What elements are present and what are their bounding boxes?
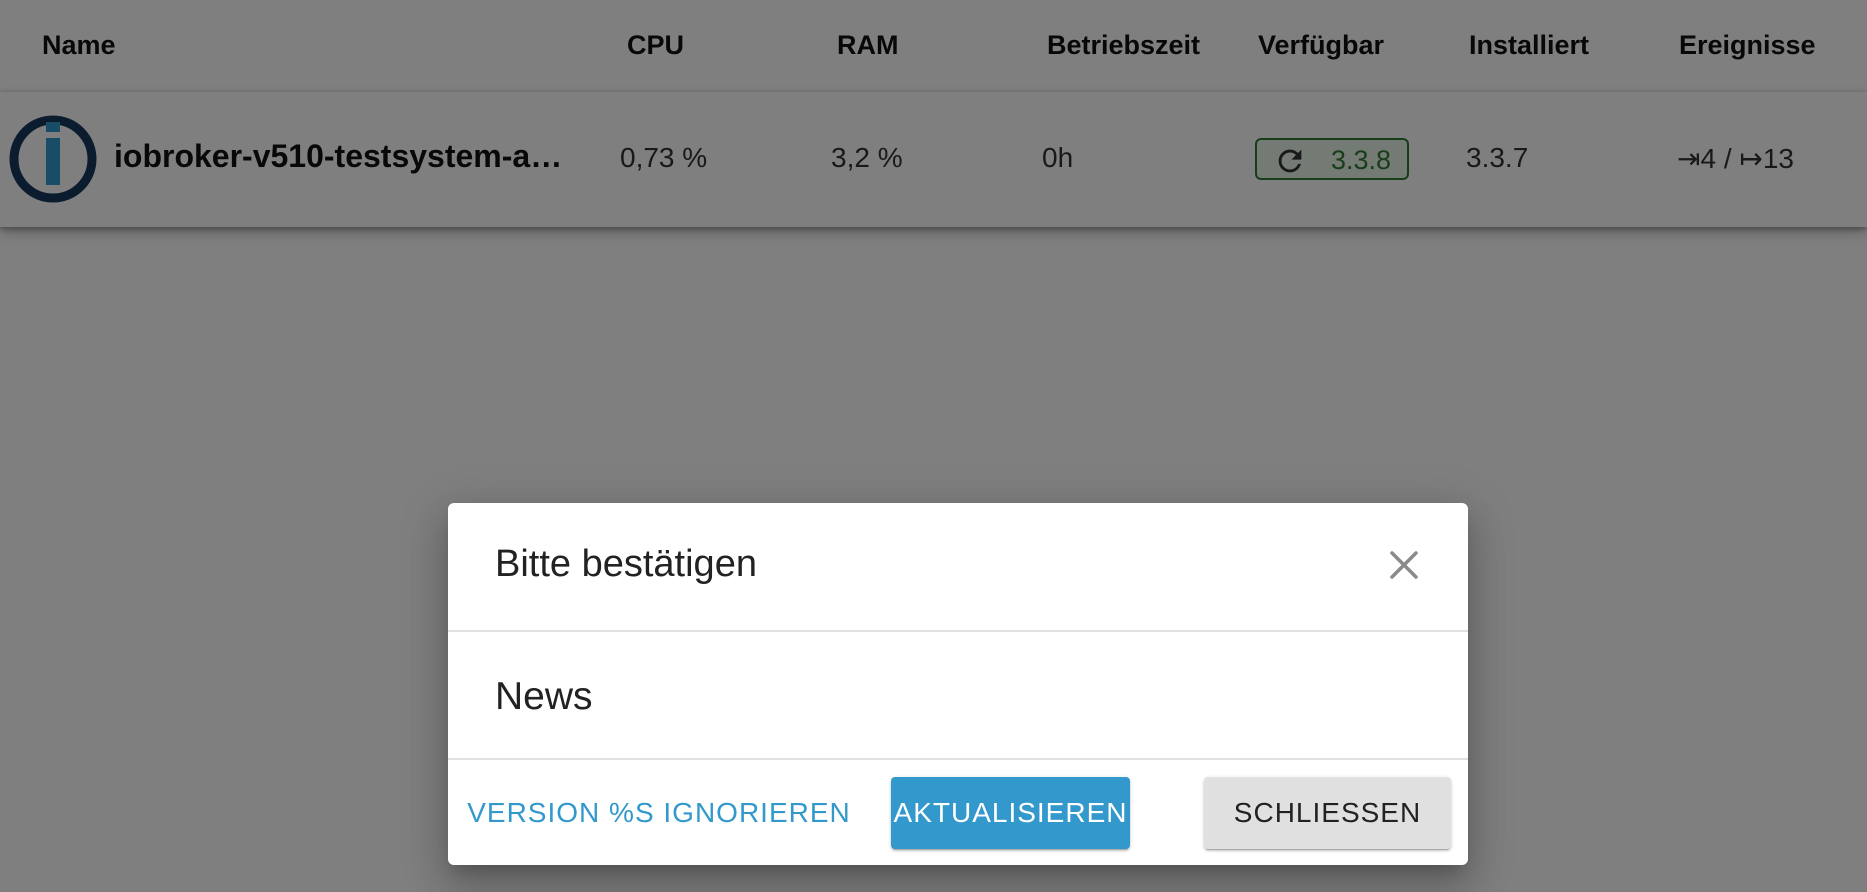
dialog-divider-top: [448, 630, 1468, 632]
dialog-content: News: [495, 675, 593, 718]
ignore-version-button[interactable]: VERSION %S IGNORIEREN: [464, 777, 854, 849]
close-button[interactable]: SCHLIESSEN: [1204, 777, 1451, 849]
close-icon[interactable]: [1384, 545, 1424, 585]
confirm-dialog: Bitte bestätigen News VERSION %S IGNORIE…: [448, 503, 1468, 865]
update-button[interactable]: AKTUALISIEREN: [891, 777, 1130, 849]
dialog-divider-bottom: [448, 758, 1468, 760]
dialog-title: Bitte bestätigen: [495, 543, 757, 585]
